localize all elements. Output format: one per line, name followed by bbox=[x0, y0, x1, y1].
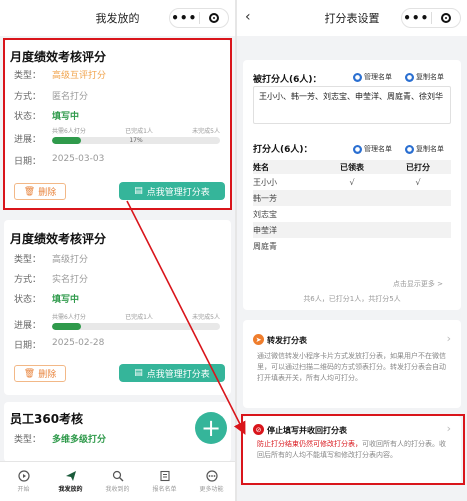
annotation-arrow bbox=[126, 200, 246, 435]
